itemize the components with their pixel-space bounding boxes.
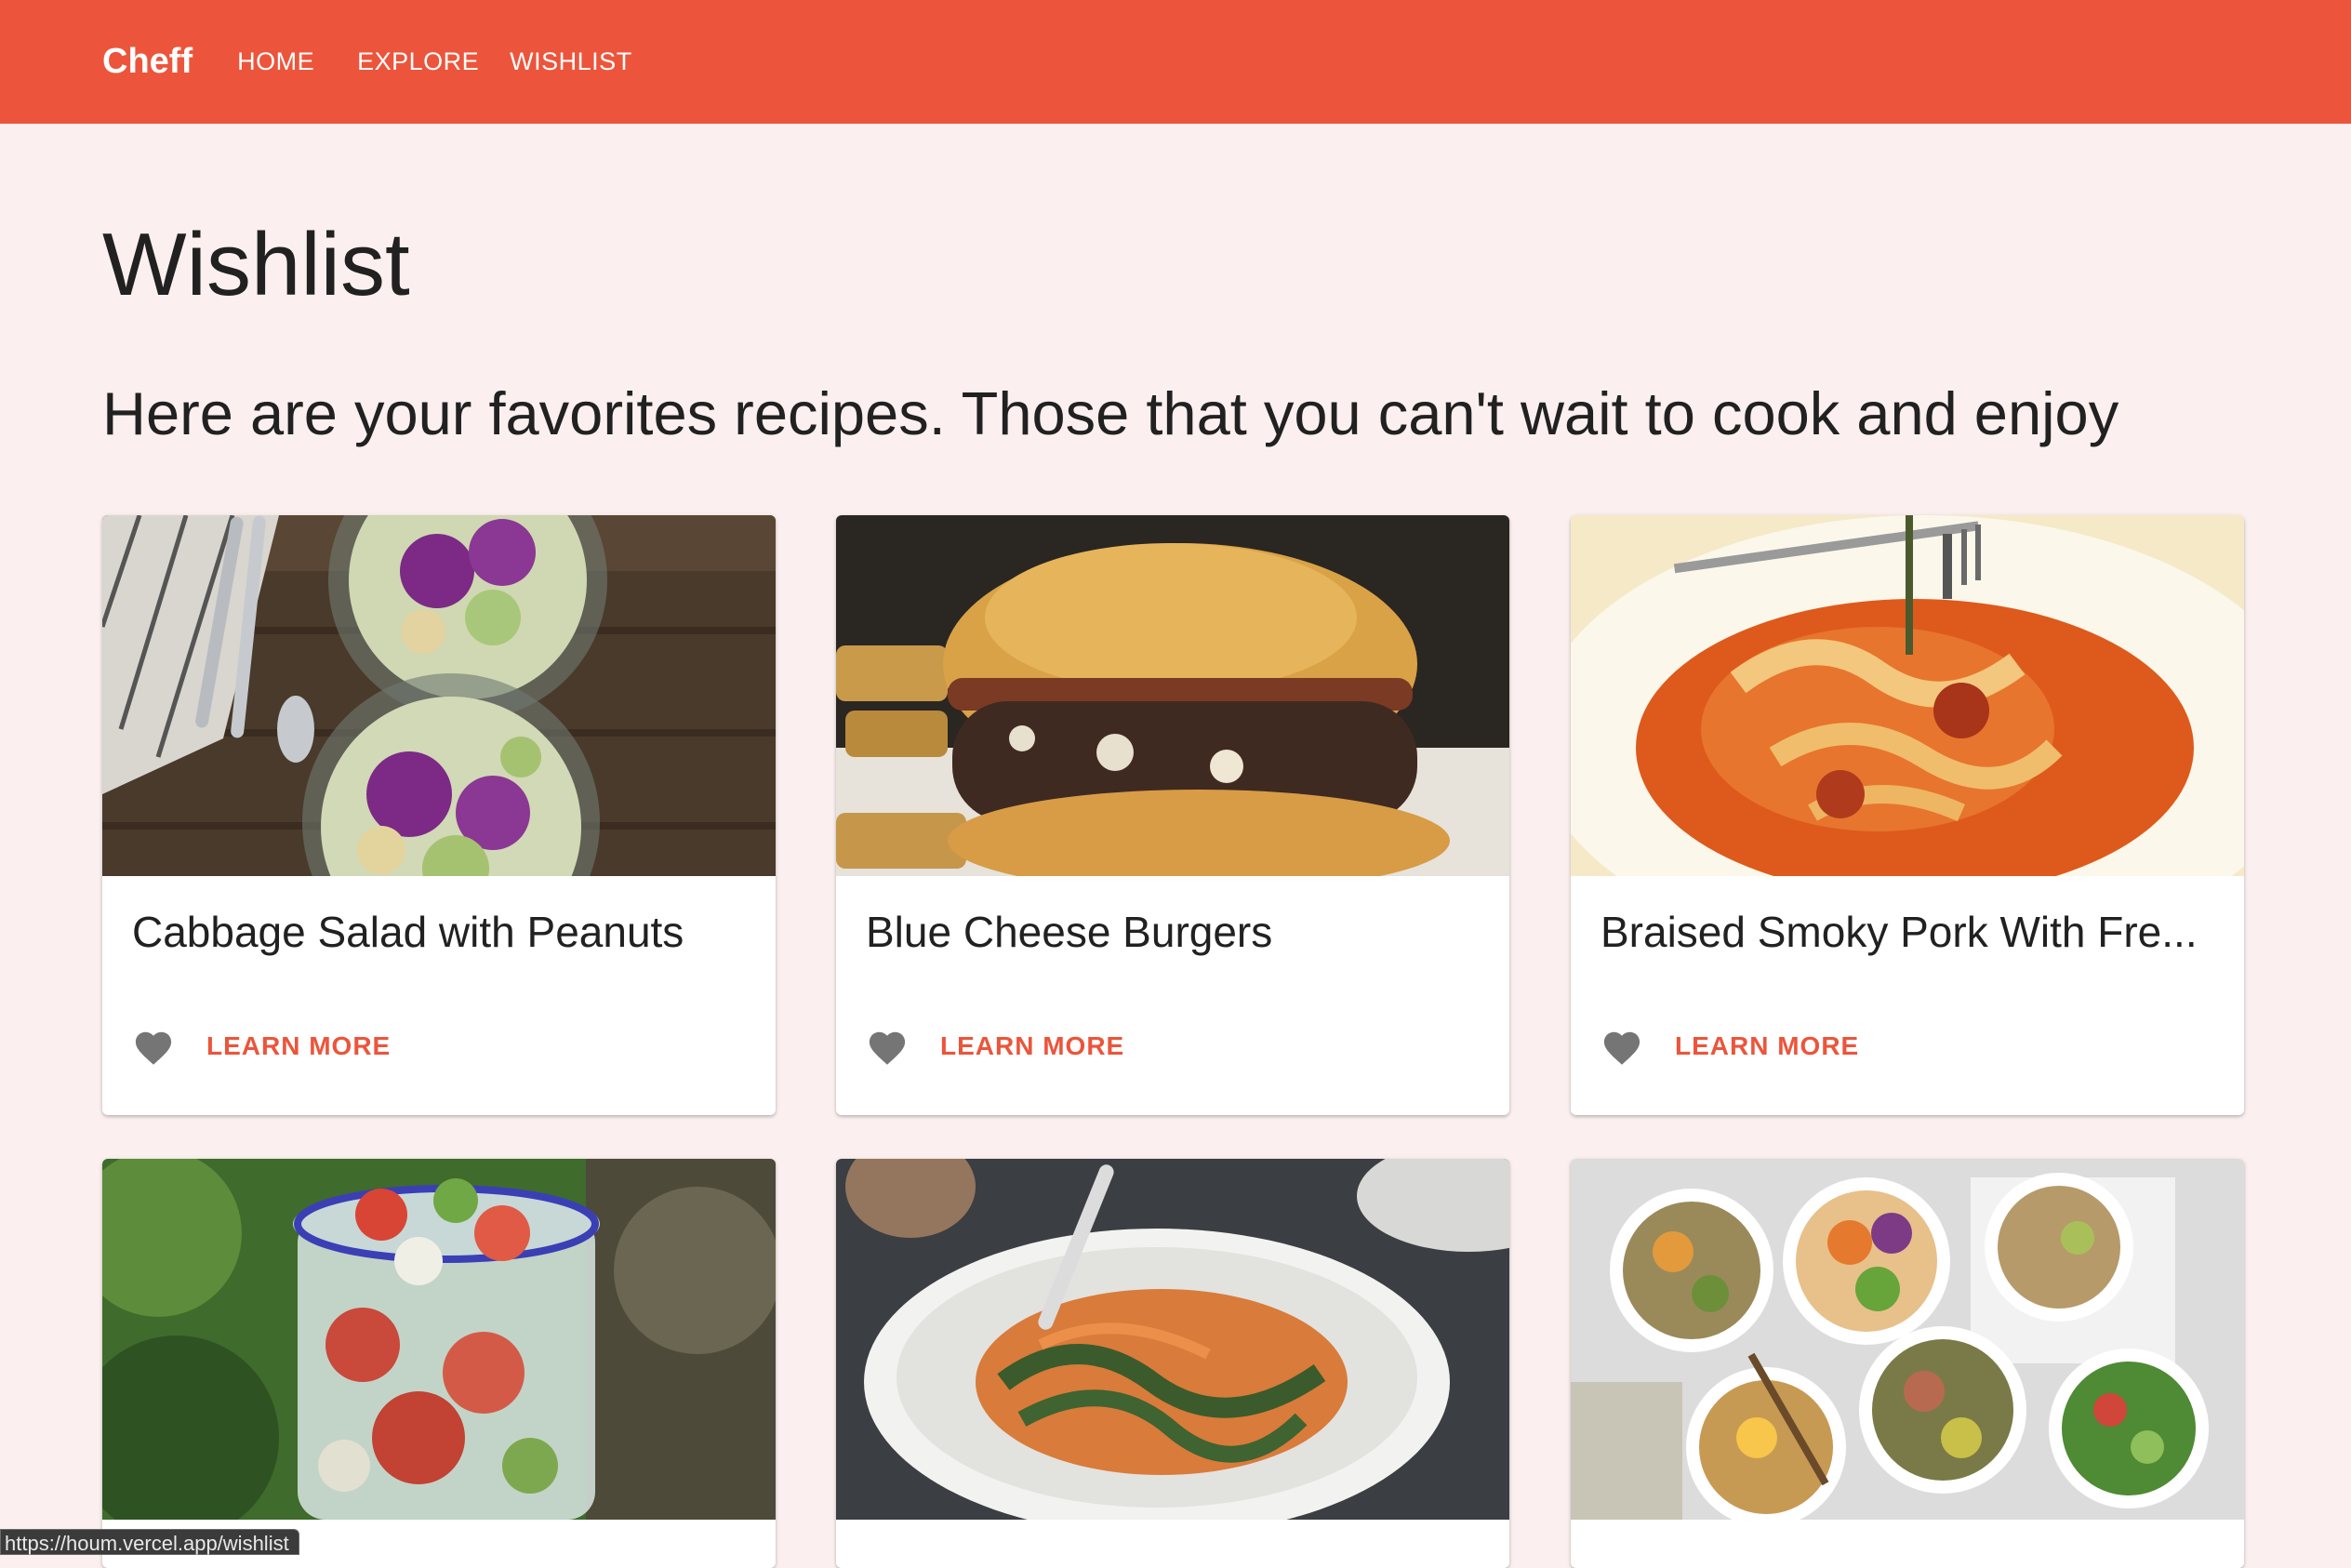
learn-more-button[interactable]: LEARN MORE (206, 1031, 391, 1061)
recipe-card: Braised Smoky Pork With Fre... LEARN MOR… (1571, 515, 2244, 1115)
recipe-title: Cabbage Salad with Peanuts (132, 908, 684, 956)
heart-icon[interactable] (132, 1027, 175, 1066)
recipe-card (1571, 1159, 2244, 1568)
recipe-image-salsa[interactable] (102, 1159, 776, 1520)
page-title: Wishlist (102, 215, 410, 314)
recipe-title: Blue Cheese Burgers (866, 908, 1273, 956)
recipe-card (102, 1159, 776, 1568)
recipe-image-grain-bowls[interactable] (1571, 1159, 2244, 1520)
heart-icon[interactable] (866, 1027, 909, 1066)
recipe-title: Braised Smoky Pork With Fre... (1601, 908, 2198, 956)
heart-icon[interactable] (1601, 1027, 1643, 1066)
learn-more-button[interactable]: LEARN MORE (940, 1031, 1124, 1061)
recipe-image-blue-cheese-burgers[interactable] (836, 515, 1509, 876)
nav-explore[interactable]: EXPLORE (357, 47, 479, 76)
page-subtitle: Here are your favorites recipes. Those t… (102, 379, 2119, 447)
learn-more-button[interactable]: LEARN MORE (1675, 1031, 1859, 1061)
recipe-image-carrot-salad[interactable] (836, 1159, 1509, 1520)
recipe-card (836, 1159, 1509, 1568)
recipe-card: Blue Cheese Burgers LEARN MORE (836, 515, 1509, 1115)
recipe-image-cabbage-salad[interactable] (102, 515, 776, 876)
brand-logo[interactable]: Cheff (102, 42, 193, 82)
nav-wishlist[interactable]: WISHLIST (510, 47, 632, 76)
recipe-image-braised-pork[interactable] (1571, 515, 2244, 876)
nav-home[interactable]: HOME (237, 47, 314, 76)
card-actions: LEARN MORE (1601, 1022, 1859, 1070)
card-actions: LEARN MORE (132, 1022, 391, 1070)
recipe-card: Cabbage Salad with Peanuts LEARN MORE (102, 515, 776, 1115)
app-bar: Cheff HOME EXPLORE WISHLIST (0, 0, 2351, 124)
card-actions: LEARN MORE (866, 1022, 1124, 1070)
